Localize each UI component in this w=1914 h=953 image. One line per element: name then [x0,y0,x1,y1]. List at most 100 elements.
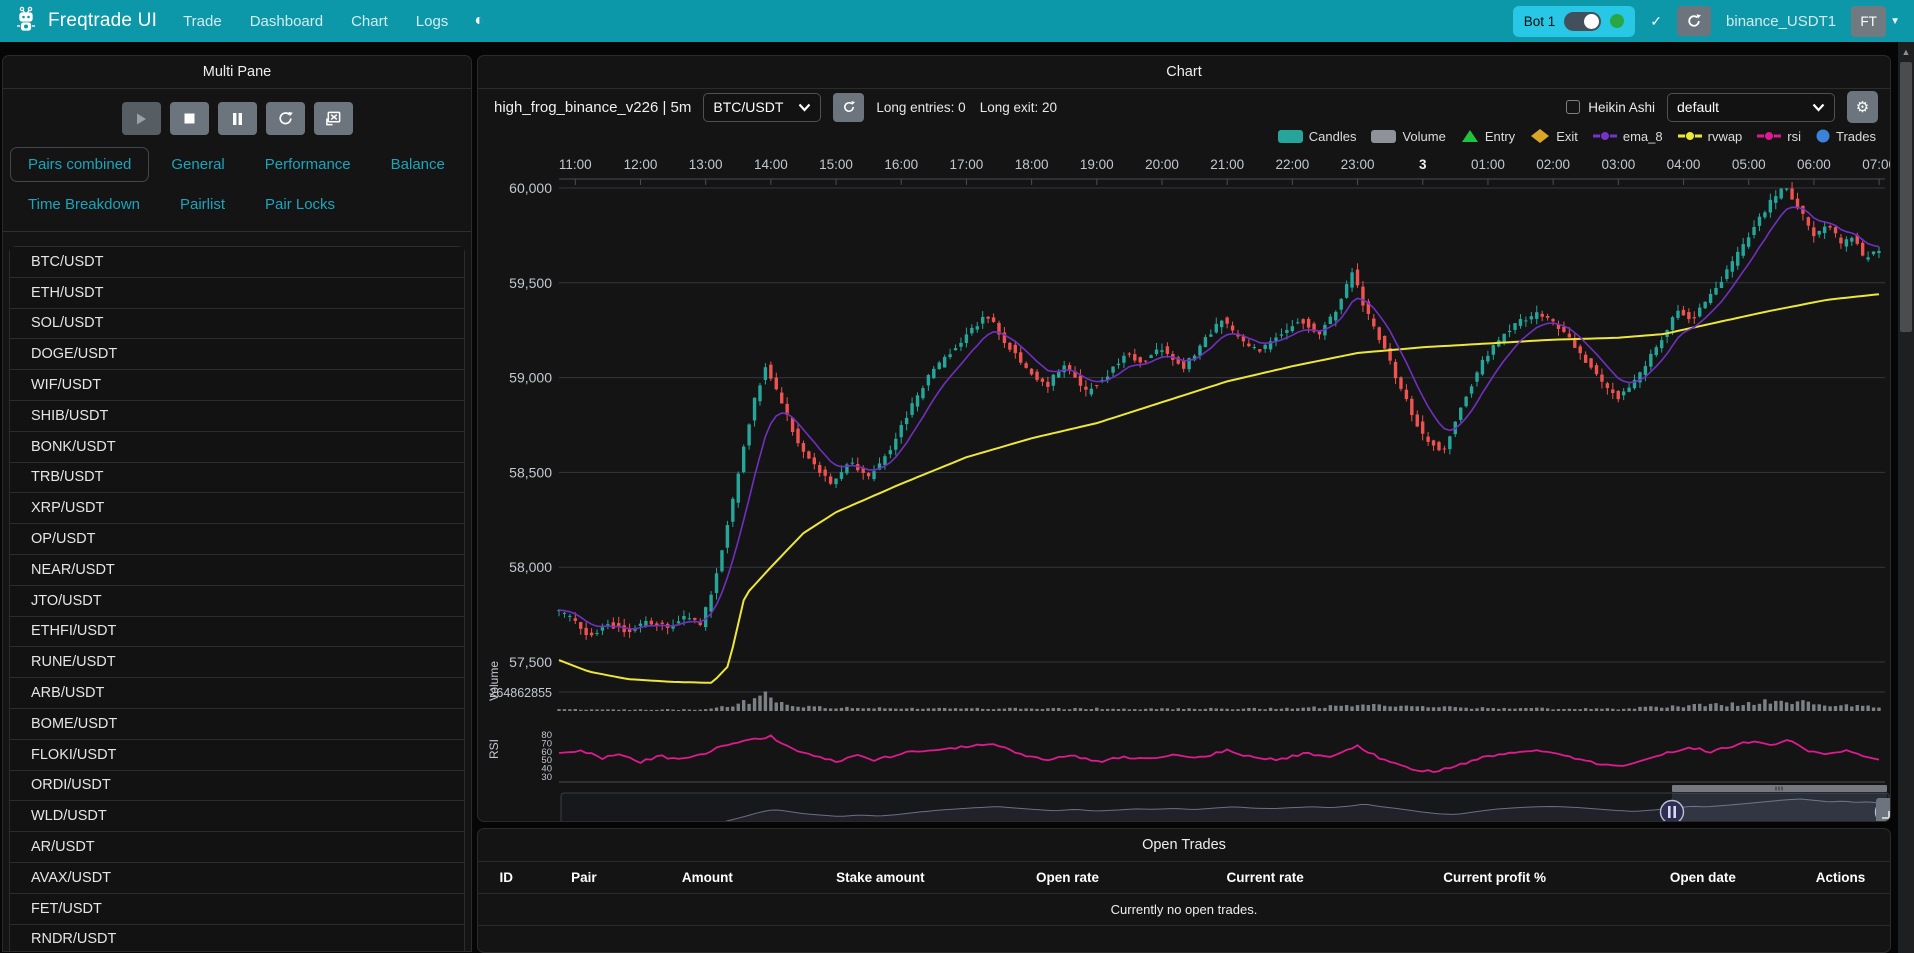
svg-text:60,000: 60,000 [509,180,552,196]
column-header[interactable]: Open date [1615,862,1792,893]
navbar: Freqtrade UI Trade Dashboard Chart Logs ◐ B… [0,0,1914,42]
pair-row[interactable]: BONK/USDT [10,432,464,463]
user-menu[interactable]: FT ▼ [1851,6,1900,37]
tab[interactable]: Performance [247,147,369,182]
pair-row[interactable]: BTC/USDT [10,247,464,278]
svg-text:02:00: 02:00 [1536,157,1570,172]
pair-row[interactable]: FET/USDT [10,894,464,925]
svg-text:3: 3 [1419,157,1427,172]
tab[interactable]: Time Breakdown [10,187,158,222]
svg-text:59,000: 59,000 [509,370,552,386]
bot-toggle[interactable] [1564,12,1601,31]
plot-config-select[interactable]: default [1667,93,1835,122]
open-trades-header-row: IDPairAmountStake amountOpen rateCurrent… [478,862,1890,893]
bot-check-icon: ✓ [1650,13,1662,30]
tab[interactable]: Pairlist [162,187,243,222]
column-header[interactable]: Stake amount [782,862,980,893]
legend-rvwap[interactable]: rvwap [1678,129,1743,144]
legend-Entry[interactable]: Entry [1461,129,1515,144]
pair-row[interactable]: NEAR/USDT [10,555,464,586]
theme-toggle-icon[interactable]: ◐ [474,12,484,30]
pair-row[interactable]: OP/USDT [10,524,464,555]
column-header[interactable]: Current rate [1156,862,1375,893]
plot-settings-button[interactable]: ⚙ [1847,91,1878,123]
pair-row[interactable]: WLD/USDT [10,801,464,832]
pair-row[interactable]: AVAX/USDT [10,863,464,894]
legend-Exit[interactable]: Exit [1530,129,1578,144]
tab[interactable]: General [153,147,242,182]
pair-row[interactable]: XRP/USDT [10,493,464,524]
start-bot-button[interactable] [122,102,161,135]
column-header[interactable]: Actions [1791,862,1890,893]
pair-row[interactable]: AR/USDT [10,832,464,863]
pair-row[interactable]: ARB/USDT [10,678,464,709]
svg-text:Volume: Volume [487,661,501,701]
legend-ema_8[interactable]: ema_8 [1593,129,1663,144]
nav-link[interactable]: Trade [183,13,222,30]
legend-label: Candles [1309,129,1357,144]
reload-bot-button[interactable] [1677,6,1711,36]
scroll-up-icon[interactable]: ▲ [1898,42,1914,57]
pair-row[interactable]: JTO/USDT [10,586,464,617]
svg-text:07:00: 07:00 [1862,157,1890,172]
stop-bot-button[interactable] [170,102,209,135]
pause-bot-button[interactable] [218,102,257,135]
page-scrollbar[interactable]: ▲ [1898,42,1914,953]
column-header[interactable]: Pair [534,862,633,893]
candlestick-chart[interactable]: 60,00059,50059,00058,50058,00057,50011:0… [478,147,1890,822]
pair-row[interactable]: RUNE/USDT [10,647,464,678]
clear-chart-button[interactable] [314,102,353,135]
svg-text:05:00: 05:00 [1732,157,1766,172]
pair-row[interactable]: ORDI/USDT [10,771,464,802]
column-header[interactable]: Open rate [979,862,1156,893]
pair-row[interactable]: DOGE/USDT [10,339,464,370]
pair-row[interactable]: TRB/USDT [10,463,464,494]
legend-rsi[interactable]: rsi [1757,129,1801,144]
svg-text:01:00: 01:00 [1471,157,1505,172]
nav-link[interactable]: Dashboard [250,13,323,30]
tab[interactable]: Pair Locks [247,187,353,222]
svg-text:11:00: 11:00 [559,157,592,172]
svg-text:14:00: 14:00 [754,157,788,172]
column-header[interactable]: Current profit % [1375,862,1615,893]
legend-label: ema_8 [1623,129,1663,144]
pair-row[interactable]: WIF/USDT [10,370,464,401]
open-trades-title: Open Trades [478,829,1890,862]
svg-text:20:00: 20:00 [1145,157,1179,172]
scrollbar-thumb[interactable] [1900,62,1912,332]
svg-text:57,500: 57,500 [509,654,552,670]
navbar-right: Bot 1 ✓ binance_USDT1 FT ▼ [1513,6,1900,37]
chevron-down-icon [1812,103,1825,112]
legend-Trades[interactable]: Trades [1816,129,1876,144]
bot-selector[interactable]: Bot 1 [1513,6,1636,37]
pair-row[interactable]: ETHFI/USDT [10,617,464,648]
tab[interactable]: Balance [373,147,463,182]
pair-row[interactable]: SOL/USDT [10,309,464,340]
heikin-ashi-checkbox[interactable] [1566,100,1580,114]
nav-link[interactable]: Logs [416,13,449,30]
pair-row[interactable]: ETH/USDT [10,278,464,309]
legend-Candles[interactable]: Candles [1278,129,1357,144]
svg-text:58,000: 58,000 [509,559,552,575]
svg-text:58,500: 58,500 [509,464,552,480]
pair-row[interactable]: FLOKI/USDT [10,740,464,771]
column-header[interactable]: Amount [633,862,781,893]
nav-link[interactable]: Chart [351,13,388,30]
legend-label: Trades [1836,129,1876,144]
pair-row[interactable]: SHIB/USDT [10,401,464,432]
open-trades-panel: Open Trades IDPairAmountStake amountOpen… [477,828,1891,953]
legend-label: Volume [1402,129,1445,144]
avatar[interactable]: FT [1851,6,1886,37]
legend-Volume[interactable]: Volume [1371,129,1445,144]
reload-config-button[interactable] [266,102,305,135]
bot-name: Bot 1 [1524,14,1556,29]
pair-row[interactable]: BOME/USDT [10,709,464,740]
column-header[interactable]: ID [478,862,534,893]
multi-pane-title: Multi Pane [3,56,471,89]
pair-select[interactable]: BTC/USDT [703,93,821,122]
tab[interactable]: Pairs combined [10,147,149,182]
brand[interactable]: Freqtrade UI [14,6,157,37]
pair-row[interactable]: RNDR/USDT [10,925,464,952]
refresh-chart-button[interactable] [833,93,864,122]
svg-text:RSI: RSI [487,739,501,759]
